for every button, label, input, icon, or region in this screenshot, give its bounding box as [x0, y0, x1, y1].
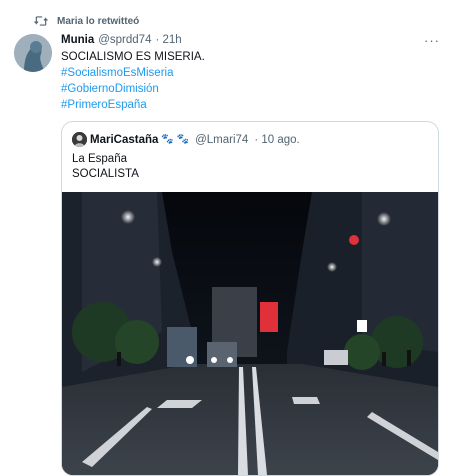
quote-text-line: SOCIALISTA — [72, 168, 139, 180]
tweet[interactable]: Munia @sprdd74 · 21h ··· SOCIALISMO ES M… — [61, 33, 441, 113]
hashtag-link[interactable]: #PrimeroEspaña — [61, 97, 441, 113]
author-name[interactable]: Munia — [61, 34, 94, 46]
retweet-row: Maria lo retwitteó — [34, 15, 139, 27]
quote-avatar[interactable] — [72, 132, 87, 147]
avatar[interactable] — [14, 34, 52, 72]
tweet-time[interactable]: · 21h — [155, 34, 181, 46]
quote-image[interactable] — [62, 192, 438, 475]
paw-emoji: 🐾 🐾 — [161, 134, 190, 145]
quote-time[interactable]: · 10 ago. — [254, 134, 299, 146]
tweet-text: SOCIALISMO ES MISERIA. — [61, 51, 205, 63]
hashtag-link[interactable]: #GobiernoDimisión — [61, 81, 441, 97]
hashtag-link[interactable]: #SocialismoEsMiseria — [61, 65, 441, 81]
more-options-icon[interactable]: ··· — [424, 33, 440, 48]
author-handle[interactable]: @sprdd74 — [98, 34, 151, 46]
quote-author-handle[interactable]: @Lmari74 — [195, 134, 248, 146]
quote-author-name[interactable]: MariCastaña — [90, 134, 158, 146]
quote-text-line: La España — [72, 153, 127, 165]
retweet-icon — [34, 16, 48, 26]
retweet-label[interactable]: Maria lo retwitteó — [57, 16, 139, 27]
quoted-tweet[interactable]: MariCastaña 🐾 🐾 @Lmari74 · 10 ago. La Es… — [61, 121, 439, 476]
